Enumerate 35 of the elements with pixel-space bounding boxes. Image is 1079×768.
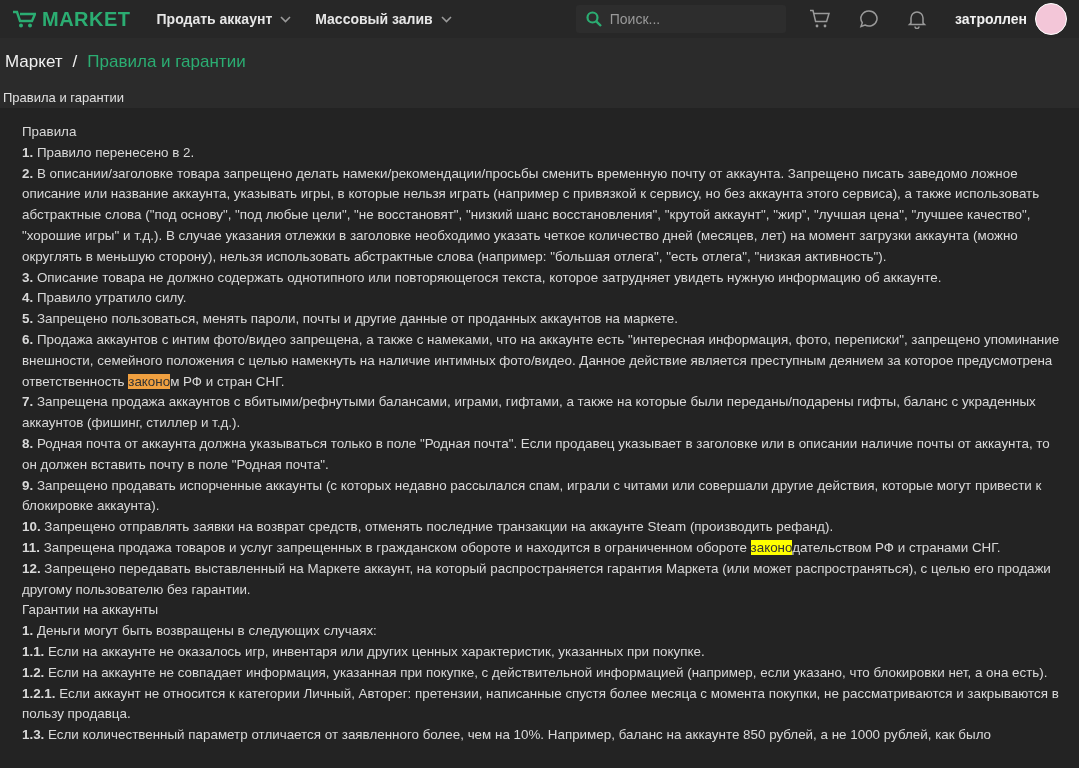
rule-paragraph: 3. Описание товара не должно содержать однотипного или повторяющегося текста, которое затрудняет увидеть нужную информацию об аккаунте. [22, 268, 943, 287]
section-heading: Гарантии на аккаунты [22, 601, 160, 620]
rule-paragraph: 1. Правило перенесено в 2. [22, 143, 196, 162]
avatar[interactable] [1035, 3, 1067, 35]
search-icon [585, 11, 602, 27]
rule-paragraph: 1.1. Если на аккаунте не оказалось игр, инвентаря или других ценных характеристик, указанных при покупке. [22, 642, 706, 661]
rule-paragraph: 5. Запрещено пользоваться, менять пароли, почты и другие данные от проданных аккаунтов на маркете. [22, 310, 679, 329]
chevron-down-icon [440, 15, 452, 23]
rule-paragraph: 6. Продажа аккаунтов с интим фото/видео запрещена, а также с намеками, что на аккаунте есть "интересная информация, фото, переписки", запрещено упоминание внешности, семейного положения с целью намекнуть на наличие интимных фото/видео. Данное действие является преступным деянием за которое предусмотрена ответственность законом РФ и стран СНГ. [22, 330, 1061, 391]
rule-paragraph: 1.2.1. Если аккаунт не относится к категории Личный, Авторег: претензии, написанные спустя более месяца с момента покупки, не рассматриваются и закрываются в пользу продавца. [22, 684, 1060, 724]
breadcrumb-separator: / [72, 52, 78, 72]
cart-icon[interactable] [808, 9, 831, 29]
section-heading: Правила [22, 123, 78, 141]
username[interactable]: затроллен [954, 11, 1027, 27]
chevron-down-icon [280, 15, 292, 23]
cart-logo-icon [12, 10, 36, 28]
rule-paragraph: 4. Правило утратило силу. [22, 289, 188, 308]
rule-paragraph: 12. Запрещено передавать выставленный на Маркете аккаунт, на который распространяется гарантия Маркета (или может распространяться), с целью его продажи другому пользователю без гарантии. [22, 559, 1052, 599]
rule-paragraph: 8. Родная почта от аккаунта должна указываться только в поле "Родная почта". Если продавец указывает в заголовке или в описании наличие почты от аккаунта, то он должен вставить почту в поле "Родная почта". [22, 434, 1051, 474]
rule-paragraph: 1.3. Если количественный параметр отличается от заявленного более, чем на 10%. Например, баланс на аккаунте 850 рублей, а не 1000 рублей, как было [22, 726, 993, 745]
nav-menu-button[interactable]: Продать аккаунт [156, 11, 292, 27]
breadcrumb-link[interactable]: Правила и гарантии [87, 52, 246, 72]
rule-paragraph: 9. Запрещено продавать испорченные аккаунты (с которых недавно рассылался спам, играли с читами или совершали другие действия, которые могут привести к блокировке аккаунта). [22, 476, 1043, 516]
page-title: Правила и гарантии [2, 89, 126, 107]
bell-icon[interactable] [906, 9, 927, 29]
chat-bubble-icon[interactable] [858, 9, 879, 29]
logo-text: MARKET [42, 7, 131, 31]
breadcrumb-link[interactable]: Маркет [5, 52, 63, 72]
nav-menu-button[interactable]: Массовый залив [315, 11, 452, 27]
search-field[interactable]: Поиск... [575, 5, 786, 33]
rule-paragraph: 7. Запрещена продажа аккаунтов с вбитыми/рефнутыми балансами, играми, гифтами, а также на которые были переданы/подарены гифты, баланс с украденных аккаунтов (фишинг, стиллер и т.д.). [22, 393, 1037, 433]
rule-paragraph: 1.2. Если на аккаунте не совпадает информация, указанная при покупке, с действительной информацией (например, если указано, что блокировки нет, а она есть). [22, 663, 1049, 682]
rule-paragraph: 2. В описании/заголовке товара запрещено делать намеки/рекомендации/просьбы сменить временную почту от аккаунта. Запрещено писать заведомо ложное описание или название аккаунта, указывать игры, в которые нельзя играть (например с привязкой к сервису, но без аккаунта этого сервиса), а также использовать абстрактные слова ("под основу", "под любые цели", "не восстановят", "низкий шанс восстановления", "крутой аккаунт", "жир", "лучшая цена", "лучшее качество", "хорошие игры" и т.д.). В случае указания отлежки в заголовке необходимо указать четкое количество дней (месяцев, лет) на момент загрузки аккаунта (можно округлять в меньшую сторону), нельзя использовать абстрактные слова (например: "большая отлега", "есть отлега", "низкая активность"). [22, 164, 1041, 266]
rule-paragraph: 1. Деньги могут быть возвращены в следующих случаях: [22, 622, 378, 641]
rule-paragraph: 10. Запрещено отправлять заявки на возврат средств, отменять последние транзакции на аккаунте Steam (производить рефанд). [22, 518, 835, 537]
